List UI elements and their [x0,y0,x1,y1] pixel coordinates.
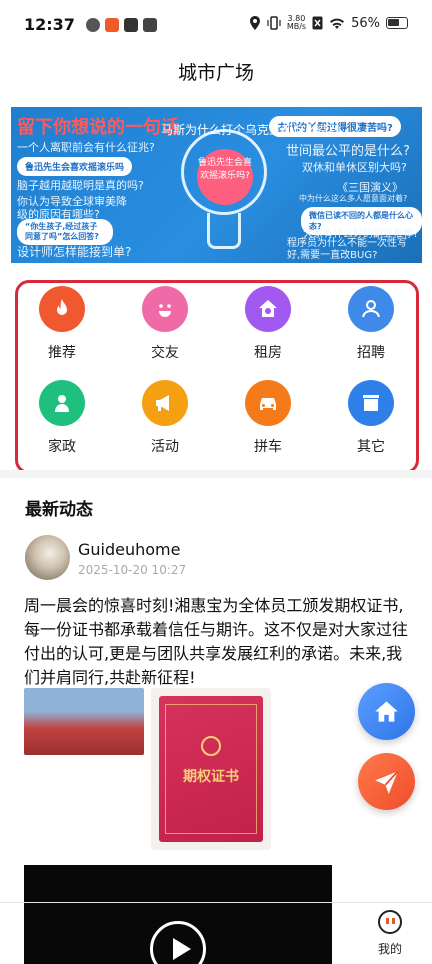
wifi-icon [330,18,345,29]
app-notification-icon [86,18,100,32]
category-item-events[interactable]: 活动 [125,380,205,456]
status-right: 3.80 MB/s 56% [249,15,408,31]
app-notification-icon [105,18,119,32]
post-username[interactable]: Guideuhome [78,540,180,559]
post-timestamp: 2025-10-20 10:27 [78,563,187,577]
category-item-other[interactable]: 其它 [331,380,411,456]
banner-question: 双休和单休区别大吗? [302,161,407,174]
page-title: 城市广场 [177,62,254,84]
battery-percent: 56% [351,15,380,31]
section-title: 最新动态 [25,500,93,520]
banner-question: 中为什么这么多人愿意面对着? [299,194,408,203]
car-icon [245,380,291,426]
banner-arc-text: 马斯为什么打个乌克兰都这么费劲 [161,123,342,137]
notification-icons [86,18,157,32]
category-item-housekeeping[interactable]: 家政 [22,380,102,456]
banner-question: 世间最公平的是什么? [286,144,410,159]
tab-me[interactable]: 我的 [360,910,420,957]
category-label: 活动 [151,439,179,455]
seal-icon [201,736,221,756]
banner-image[interactable]: 留下你想说的一句话 古代的丫鬟过得很凄苦吗? 一个人离职前会有什么征兆? 世间最… [11,107,422,263]
flame-icon [39,286,85,332]
post-fab-button[interactable] [358,753,415,810]
post-photo-certificate[interactable]: 期权证书 [151,688,271,850]
status-time: 12:37 [24,15,75,34]
avatar[interactable] [25,535,70,580]
app-notification-icon [143,18,157,32]
vibrate-icon [267,16,281,30]
category-item-rent[interactable]: 租房 [228,286,308,362]
category-label: 其它 [357,439,385,455]
category-item-recommend[interactable]: 推荐 [22,286,102,362]
category-label: 交友 [151,345,179,361]
category-label: 招聘 [357,345,385,361]
smile-icon [142,286,188,332]
banner-question: 脑子越用越聪明是真的吗? [17,179,144,192]
category-label: 推荐 [48,345,76,361]
certificate-graphic: 期权证书 [159,696,263,842]
banner-question: 你认为导致全球审美降级的原因有哪些? [17,195,127,221]
category-label: 拼车 [254,439,282,455]
home-fab-button[interactable] [358,683,415,740]
post-text: 周一晨会的惊喜时刻!湘惠宝为全体员工颁发期权证书,每一份证书都承载着信任与期许。… [24,596,409,687]
banner-question: “你生孩子,经过孩子同意了吗”怎么回答? [17,219,113,245]
status-bar: 12:37 3.80 MB/s 56% [0,0,432,52]
send-icon [375,770,399,794]
profile-icon [378,910,402,934]
category-label: 租房 [254,345,282,361]
home-icon [375,701,398,722]
banner-question: 程序员为什么不能一次性写好,需要一直改BUG? [287,238,407,261]
app-notification-icon [124,18,138,32]
banner-question: 设计师怎样能接到单? [17,245,132,259]
category-item-friends[interactable]: 交友 [125,286,205,362]
banner-center-text: 鲁迅先生会喜欢摇滚乐吗? [197,149,253,205]
box-icon [348,380,394,426]
tab-me-label: 我的 [377,942,402,956]
banner-question: 鲁迅先生会喜欢摇滚乐吗 [17,157,133,176]
house-icon [245,286,291,332]
worker-icon [39,380,85,426]
category-item-carpool[interactable]: 拼车 [228,380,308,456]
category-label: 家政 [48,439,76,455]
no-sim-icon [312,16,323,30]
network-speed-unit: MB/s [286,22,307,31]
network-speed: 3.80 MB/s [287,15,306,31]
battery-icon [386,17,408,29]
certificate-title: 期权证书 [183,769,239,785]
section-divider [0,470,432,478]
banner-question: 一个人离职前会有什么征兆? [17,141,155,154]
banner-headline: 留下你想说的一句话 [17,117,179,138]
megaphone-icon [142,380,188,426]
location-icon [249,16,260,30]
bulb-base-graphic [207,213,241,249]
category-item-recruit[interactable]: 招聘 [331,286,411,362]
post-photo-group[interactable] [24,688,144,755]
recruit-icon [348,286,394,332]
